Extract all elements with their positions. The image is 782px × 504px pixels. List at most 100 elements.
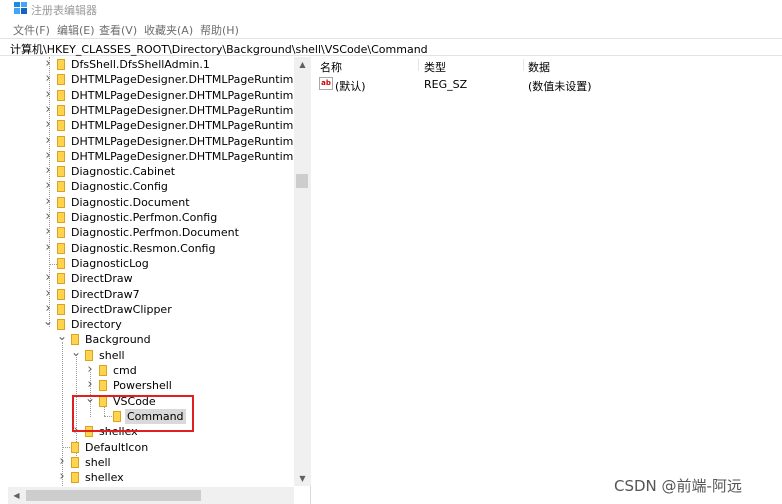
value-type[interactable]: REG_SZ [424,78,467,91]
tree-item[interactable]: › DirectDraw [8,271,308,286]
tree-item[interactable]: ⌄ shell [8,346,308,363]
chevron-right-icon[interactable]: › [43,57,53,72]
chevron-right-icon[interactable]: › [85,363,95,378]
tree-item-label[interactable]: DHTMLPageDesigner.DHTMLPageRuntimeW [69,134,310,149]
tree-item-label[interactable]: DefaultIcon [83,440,150,455]
value-name[interactable]: (默认) [335,78,366,94]
tree-item[interactable]: ⌄ Directory [8,315,308,332]
watermark: CSDN @前端-阿远 [614,477,742,495]
menu-view[interactable]: 查看(V) [99,22,137,38]
folder-icon [57,104,65,116]
column-separator[interactable] [523,59,524,71]
tree-item-label[interactable]: DHTMLPageDesigner.DHTMLPageRuntimeE [69,103,309,118]
folder-icon [57,181,65,193]
tree-item[interactable]: › Diagnostic.Resmon.Config [8,240,308,256]
tree-item[interactable]: › Diagnostic.Perfmon.Config [8,210,308,225]
column-header-data[interactable]: 数据 [528,59,550,75]
scroll-thumb[interactable] [296,174,308,188]
tree-item[interactable]: › DHTMLPageDesigner.DHTMLPageRuntimeE [8,102,309,118]
chevron-down-icon[interactable]: ⌄ [71,346,81,363]
tree-item-label[interactable]: Background [83,332,153,347]
menu-help[interactable]: 帮助(H) [200,22,239,38]
tree-item[interactable]: › DHTMLPageDesigner.DHTMLPageRuntime [8,72,308,87]
scroll-left-icon[interactable]: ◀ [8,487,25,504]
tree-item-label[interactable]: DirectDraw [69,271,135,286]
scroll-thumb[interactable] [26,490,201,501]
chevron-right-icon[interactable]: › [43,87,53,103]
chevron-right-icon[interactable]: › [43,179,53,194]
tree-item[interactable]: › DHTMLPageDesigner.DHTMLPageRuntimeE [8,118,308,133]
tree-horizontal-scrollbar[interactable]: ◀ [8,487,294,504]
column-separator[interactable] [418,59,419,71]
value-list[interactable]: 名称 类型 数据 ab (默认) REG_SZ (数值未设置) [313,57,782,504]
tree-item[interactable]: › Diagnostic.Config [8,179,308,194]
tree-item-label[interactable]: cmd [111,363,139,378]
chevron-right-icon[interactable]: › [43,194,53,210]
tree-item[interactable]: › Diagnostic.Perfmon.Document [8,225,308,240]
address-bar[interactable]: 计算机\HKEY_CLASSES_ROOT\Directory\Backgrou… [0,38,782,56]
chevron-right-icon[interactable]: › [43,164,53,179]
tree-item[interactable]: ⌄ Background [8,330,308,347]
tree-item-label[interactable]: Diagnostic.Config [69,179,170,194]
chevron-right-icon[interactable]: › [43,133,53,149]
scroll-down-icon[interactable]: ▼ [294,471,311,486]
tree-item[interactable]: DefaultIcon [8,440,308,455]
tree-item-label[interactable]: DHTMLPageDesigner.DHTMLPageRuntime [69,72,302,87]
chevron-right-icon[interactable]: › [43,286,53,302]
tree-item-label[interactable]: shell [83,455,113,470]
tree-item-label[interactable]: shell [97,348,127,363]
address-path[interactable]: 计算机\HKEY_CLASSES_ROOT\Directory\Backgrou… [10,41,428,57]
chevron-right-icon[interactable]: › [43,148,53,164]
chevron-right-icon[interactable]: › [57,470,67,485]
tree-item-label[interactable]: Diagnostic.Cabinet [69,164,177,179]
column-header-name[interactable]: 名称 [320,59,342,75]
menu-favorites[interactable]: 收藏夹(A) [144,22,193,38]
tree-item[interactable]: › Diagnostic.Document [8,194,308,210]
tree-item-label[interactable]: shellex [83,470,126,485]
tree-item[interactable]: › cmd [8,363,308,378]
chevron-right-icon[interactable]: › [43,118,53,133]
chevron-right-icon[interactable]: › [43,210,53,225]
tree-item[interactable]: › DHTMLPageDesigner.DHTMLPageRuntimeW [8,133,310,149]
highlight-annotation [72,395,194,432]
chevron-right-icon[interactable]: › [43,102,53,118]
tree-item[interactable]: › shell [8,454,308,470]
tree-item[interactable]: › DHTMLPageDesigner.DHTMLPageRuntime.1 [8,87,310,103]
tree-item[interactable]: › DirectDrawClipper [8,301,308,317]
chevron-right-icon[interactable]: › [43,225,53,240]
chevron-right-icon[interactable]: › [43,72,53,87]
tree-item[interactable]: › DHTMLPageDesigner.DHTMLPageRuntimeW [8,148,310,164]
tree-item[interactable]: › DirectDraw7 [8,286,308,302]
tree-item[interactable]: DiagnosticLog [8,256,308,271]
tree-item[interactable]: › Powershell [8,378,308,393]
tree-item-label[interactable]: DHTMLPageDesigner.DHTMLPageRuntime.1 [69,88,310,103]
chevron-right-icon[interactable]: › [43,240,53,256]
tree-item-label[interactable]: Diagnostic.Perfmon.Document [69,225,241,240]
tree-item-label[interactable]: DirectDraw7 [69,287,142,302]
tree-vertical-scrollbar[interactable]: ▲ ▼ [294,57,311,486]
tree-item-label[interactable]: DHTMLPageDesigner.DHTMLPageRuntimeE [69,118,309,133]
tree-item-label[interactable]: DirectDrawClipper [69,302,174,317]
chevron-down-icon[interactable]: ⌄ [57,330,67,347]
tree-item-label[interactable]: Directory [69,317,124,332]
chevron-right-icon[interactable]: › [43,271,53,286]
column-header-type[interactable]: 类型 [424,59,446,75]
chevron-right-icon[interactable]: › [57,454,67,470]
chevron-down-icon[interactable]: ⌄ [43,315,53,332]
tree-item-label[interactable]: Diagnostic.Resmon.Config [69,241,217,256]
tree-item-label[interactable]: Diagnostic.Perfmon.Config [69,210,219,225]
tree-item-label[interactable]: Diagnostic.Document [69,195,192,210]
tree-item[interactable]: › DfsShell.DfsShellAdmin.1 [8,57,308,72]
key-tree[interactable]: › DfsShell.DfsShellAdmin.1 › DHTMLPageDesig… [8,57,311,504]
tree-item-label[interactable]: DiagnosticLog [69,256,151,271]
folder-icon [57,242,65,254]
tree-item-label[interactable]: Powershell [111,378,174,393]
menu-file[interactable]: 文件(F) [13,22,50,38]
value-data[interactable]: (数值未设置) [528,78,592,94]
tree-item[interactable]: › Diagnostic.Cabinet [8,164,308,179]
tree-item-label[interactable]: DHTMLPageDesigner.DHTMLPageRuntimeW [69,149,310,164]
scroll-up-icon[interactable]: ▲ [294,57,311,72]
menu-edit[interactable]: 编辑(E) [57,22,95,38]
tree-item-label[interactable]: DfsShell.DfsShellAdmin.1 [69,57,212,72]
tree-item[interactable]: › shellex [8,470,308,485]
